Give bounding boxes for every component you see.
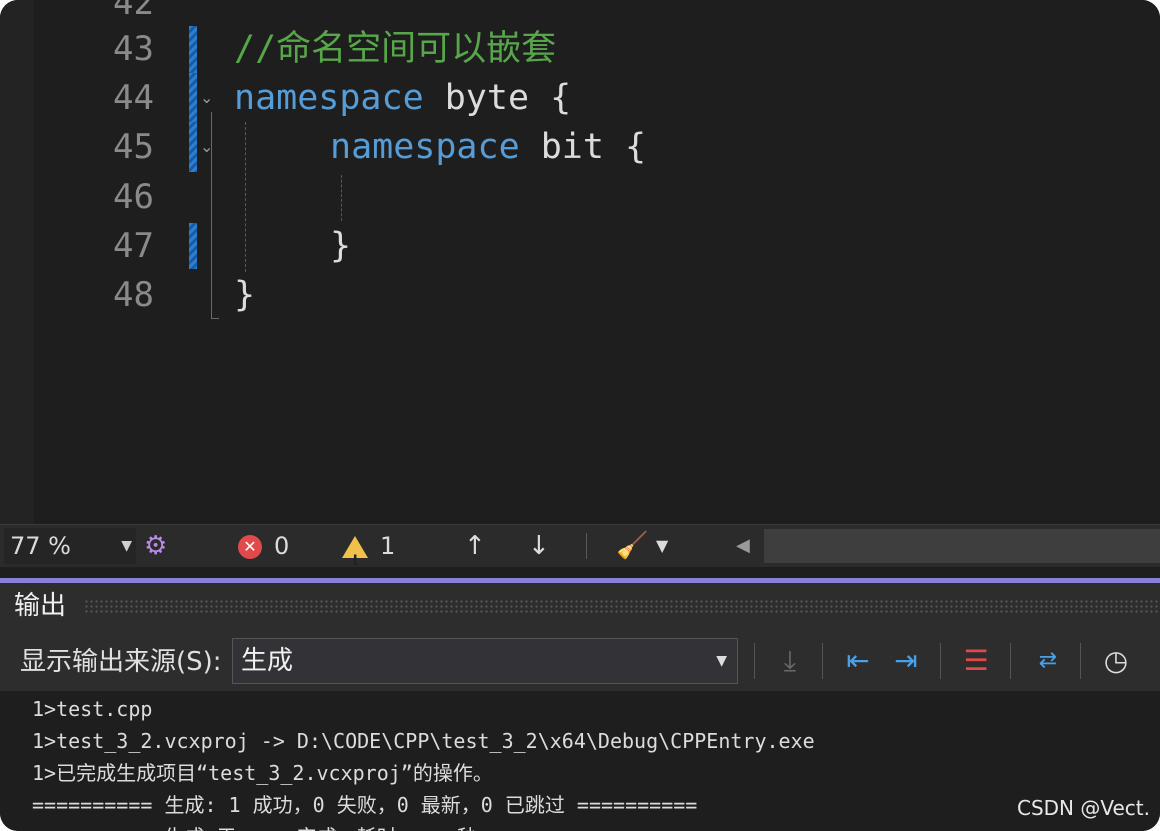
- goto-location-icon[interactable]: ⤓: [770, 641, 810, 681]
- line-number: 46: [113, 177, 154, 217]
- copilot-icon[interactable]: ⚙: [144, 525, 167, 567]
- line-number: 47: [113, 226, 154, 266]
- clear-all-icon[interactable]: ☰: [956, 641, 996, 681]
- editor-status-bar: 77 % ▼ ⚙ ✕0 1 ↑ ↓ 🧹 ▼ ◀: [0, 524, 1160, 582]
- chevron-down-icon: ▼: [716, 653, 727, 669]
- code-line-43: 43 //命名空间可以嵌套: [0, 24, 1160, 74]
- cleanup-brush-icon[interactable]: 🧹: [616, 525, 648, 567]
- scroll-left-icon[interactable]: ◀: [736, 525, 750, 567]
- warning-count-button[interactable]: 1: [342, 525, 396, 582]
- code-line-45: 45 ⌄ namespace bit {: [0, 122, 1160, 172]
- code-keyword: namespace: [330, 127, 520, 167]
- next-message-icon[interactable]: ⇥: [886, 641, 926, 681]
- error-count: 0: [274, 532, 290, 560]
- change-marker: [189, 26, 197, 74]
- change-marker: [189, 73, 197, 123]
- output-source-value: 生成: [241, 646, 294, 676]
- output-panel-header: 输出: [0, 583, 1160, 629]
- fold-outline: [211, 112, 212, 318]
- code-line-48: 48 }: [0, 270, 1160, 320]
- indent-guide: [341, 175, 342, 221]
- code-line-47: 47 }: [0, 221, 1160, 271]
- watermark: CSDN @Vect.: [1016, 796, 1150, 820]
- warning-icon: [342, 536, 368, 582]
- output-line: 1>test_3_2.vcxproj -> D:\CODE\CPP\test_3…: [32, 729, 815, 753]
- ide-window: 42 43 //命名空间可以嵌套 44 ⌄ namespace byte { 4…: [0, 0, 1160, 831]
- output-source-select[interactable]: 生成 ▼: [232, 638, 738, 684]
- output-panel-title: 输出: [14, 591, 67, 621]
- arrow-up-icon[interactable]: ↑: [464, 525, 486, 567]
- zoom-value: 77 %: [10, 532, 71, 560]
- code-comment: //命名空间可以嵌套: [234, 29, 557, 69]
- line-number: 43: [113, 29, 154, 69]
- zoom-dropdown[interactable]: 77 % ▼: [4, 528, 136, 564]
- chevron-down-icon: ▼: [121, 538, 132, 554]
- output-line: 1>test.cpp: [32, 697, 153, 721]
- code-line-44: 44 ⌄ namespace byte {: [0, 73, 1160, 123]
- error-count-button[interactable]: ✕ 0: [238, 525, 289, 567]
- arrow-down-icon[interactable]: ↓: [528, 525, 550, 567]
- code-keyword: namespace: [234, 78, 424, 118]
- warning-count: 1: [380, 532, 396, 560]
- output-line: ========== 生成: 1 成功，0 失败，0 最新，0 已跳过 ====…: [32, 793, 698, 817]
- line-number: 48: [113, 275, 154, 315]
- code-identifier: bit {: [519, 127, 647, 167]
- previous-message-icon[interactable]: ⇤: [838, 641, 878, 681]
- output-line: ========== 生成 于 ... 完成，耗时 ... 秒 ========…: [32, 821, 609, 831]
- indent-guide: [245, 122, 246, 272]
- code-identifier: byte {: [423, 78, 572, 118]
- change-marker: [189, 223, 197, 269]
- error-icon: ✕: [238, 535, 262, 559]
- change-marker: [189, 122, 197, 172]
- clock-icon[interactable]: ◷: [1096, 641, 1136, 681]
- line-number: 45: [113, 127, 154, 167]
- output-line: 1>已完成生成项目“test_3_2.vcxproj”的操作。: [32, 761, 493, 785]
- code-editor[interactable]: 42 43 //命名空间可以嵌套 44 ⌄ namespace byte { 4…: [0, 0, 1160, 524]
- chevron-down-icon[interactable]: ▼: [656, 525, 668, 567]
- drag-handle[interactable]: [84, 599, 1160, 613]
- code-identifier: }: [234, 275, 256, 315]
- code-identifier: }: [330, 226, 352, 266]
- horizontal-scrollbar[interactable]: [764, 529, 1160, 563]
- output-text-area[interactable]: 1>test.cpp 1>test_3_2.vcxproj -> D:\CODE…: [0, 691, 1160, 831]
- line-number: 44: [113, 78, 154, 118]
- word-wrap-icon[interactable]: ⇄: [1026, 641, 1070, 681]
- output-toolbar: 显示输出来源(S): 生成 ▼ ⤓ ⇤ ⇥ ☰ ⇄ ◷: [0, 629, 1160, 691]
- output-source-label: 显示输出来源(S):: [20, 647, 222, 677]
- code-line-46: 46: [0, 172, 1160, 222]
